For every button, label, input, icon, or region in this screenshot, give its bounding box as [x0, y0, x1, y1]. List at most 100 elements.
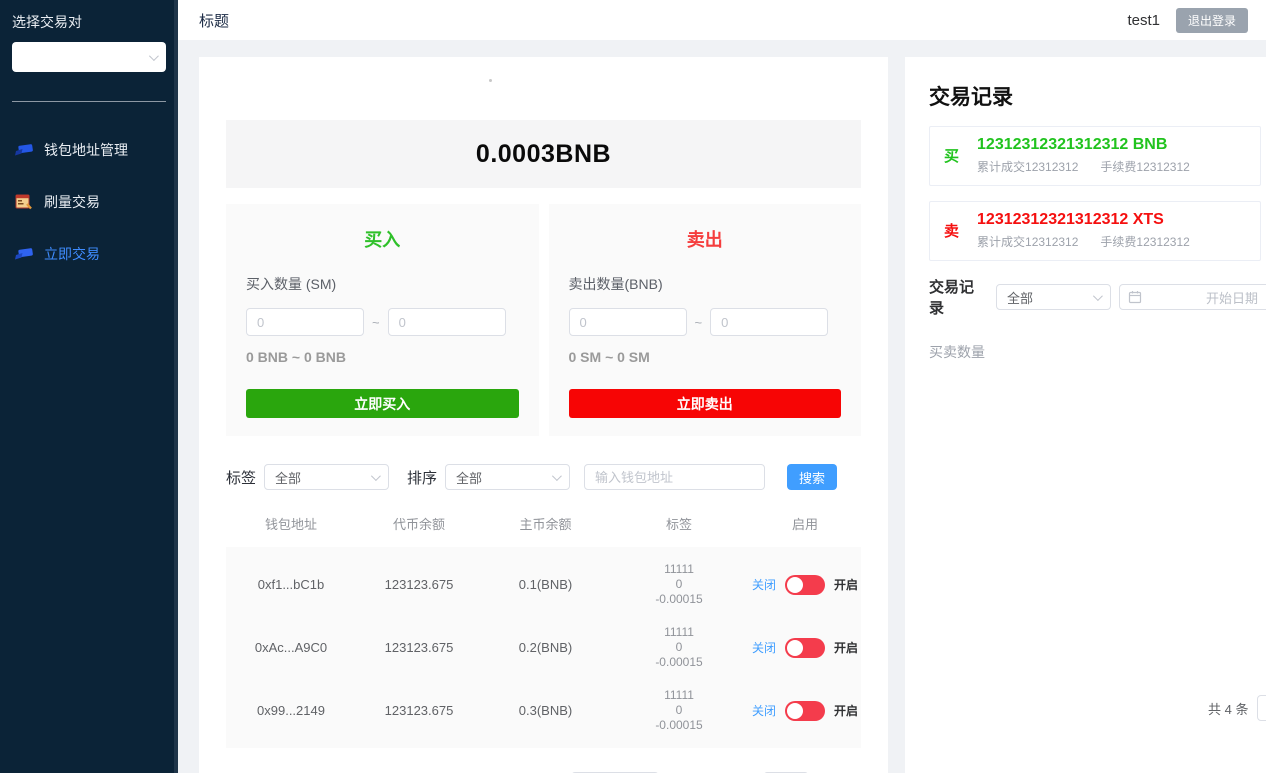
tag-line: 0: [609, 640, 749, 655]
record-body: 12312312321312312 XTS 累计成交12312312 手续费12…: [977, 211, 1190, 250]
ledger-icon: [14, 194, 34, 210]
sell-min-input[interactable]: [569, 308, 687, 336]
chevron-down-icon: [1093, 291, 1103, 301]
tag-line: 0: [609, 577, 749, 592]
sell-tilde: ~: [695, 315, 703, 330]
sidebar-item-label: 刷量交易: [44, 192, 100, 212]
records-title: 交易记录: [929, 81, 1266, 111]
record-item-buy: 买 12312312321312312 BNB 累计成交12312312 手续费…: [929, 126, 1261, 186]
tag-values: 11111 0 -0.00015: [609, 625, 749, 670]
record-total: 累计成交12312312: [977, 158, 1078, 175]
sort-filter-value: 全部: [456, 468, 482, 487]
records-filter-label: 交易记录: [929, 276, 986, 318]
buy-amount-label: 买入数量 (SM): [246, 274, 519, 294]
sort-filter-label: 排序: [407, 467, 437, 488]
username: test1: [1127, 12, 1160, 29]
sidebar-item-instant-trade[interactable]: 立即交易: [12, 228, 166, 280]
tag-filter-select[interactable]: 全部: [264, 464, 389, 490]
close-link[interactable]: 关闭: [752, 702, 776, 719]
col-header-token-balance: 代币余额: [356, 514, 482, 533]
enable-toggle[interactable]: [785, 638, 825, 658]
tag-line: -0.00015: [609, 718, 749, 733]
sell-max-input[interactable]: [710, 308, 828, 336]
search-button[interactable]: 搜索: [787, 464, 837, 490]
main-balance: 0.3(BNB): [482, 703, 609, 718]
buy-sell-amount-label: 买卖数量: [929, 342, 1266, 362]
logout-button[interactable]: 退出登录: [1176, 8, 1248, 33]
calendar-icon: [1128, 290, 1142, 304]
record-fee: 手续费12312312: [1100, 158, 1189, 175]
date-placeholder: 开始日期: [1142, 288, 1266, 307]
trade-card: 0.0003BNB 买入 买入数量 (SM) ~ 0 BNB ~ 0 BNB 立…: [199, 57, 888, 773]
records-card: 交易记录 买 12312312321312312 BNB 累计成交1231231…: [905, 57, 1266, 773]
tag-line: -0.00015: [609, 655, 749, 670]
on-label: 开启: [834, 576, 858, 593]
tag-line: 11111: [609, 625, 749, 640]
buy-now-button[interactable]: 立即买入: [246, 389, 519, 418]
sell-range-text: 0 SM ~ 0 SM: [569, 349, 842, 365]
records-type-select[interactable]: 全部: [996, 284, 1111, 310]
col-header-enable: 启用: [749, 514, 861, 533]
enable-cell: 关闭 开启: [749, 638, 861, 658]
records-page-size-select[interactable]: [1257, 695, 1266, 721]
enable-toggle[interactable]: [785, 575, 825, 595]
wallet-table-body: 0xf1...bC1b 123123.675 0.1(BNB) 11111 0 …: [226, 547, 861, 748]
on-label: 开启: [834, 639, 858, 656]
col-header-address: 钱包地址: [226, 514, 356, 533]
main-balance: 0.1(BNB): [482, 577, 609, 592]
sidebar-item-volume-trade[interactable]: 刷量交易: [12, 176, 166, 228]
close-link[interactable]: 关闭: [752, 639, 776, 656]
buy-range-inputs: ~: [246, 308, 519, 336]
sidebar-item-wallet-management[interactable]: 钱包地址管理: [12, 124, 166, 176]
records-pagination: 共 4 条: [929, 695, 1266, 749]
buy-min-input[interactable]: [246, 308, 364, 336]
token-balance: 123123.675: [356, 703, 482, 718]
tag-line: 11111: [609, 562, 749, 577]
enable-toggle[interactable]: [785, 701, 825, 721]
col-header-tag: 标签: [609, 514, 749, 533]
tiny-dot: [489, 79, 492, 82]
sidebar-item-label: 钱包地址管理: [44, 140, 128, 160]
chevron-down-icon: [149, 51, 159, 61]
token-balance: 123123.675: [356, 577, 482, 592]
app-root: 选择交易对 钱包地址管理 刷量交易: [0, 0, 1266, 773]
buy-panel: 买入 买入数量 (SM) ~ 0 BNB ~ 0 BNB 立即买入: [226, 204, 539, 436]
wallet-address-input[interactable]: [584, 464, 765, 490]
tag-filter-value: 全部: [275, 468, 301, 487]
tag-line: -0.00015: [609, 592, 749, 607]
table-row: 0x99...2149 123123.675 0.3(BNB) 11111 0 …: [226, 679, 861, 742]
sell-amount-label: 卖出数量(BNB): [569, 274, 842, 294]
buy-sell-panels: 买入 买入数量 (SM) ~ 0 BNB ~ 0 BNB 立即买入 卖出: [226, 204, 861, 436]
sidebar: 选择交易对 钱包地址管理 刷量交易: [0, 0, 178, 773]
record-sub: 累计成交12312312 手续费12312312: [977, 233, 1190, 250]
tag-filter-label: 标签: [226, 467, 256, 488]
wallet-address: 0xAc...A9C0: [226, 640, 356, 655]
sort-filter-select[interactable]: 全部: [445, 464, 570, 490]
sell-panel: 卖出 卖出数量(BNB) ~ 0 SM ~ 0 SM 立即卖出: [549, 204, 862, 436]
record-total: 累计成交12312312: [977, 233, 1078, 250]
sell-now-button[interactable]: 立即卖出: [569, 389, 842, 418]
record-sub: 累计成交12312312 手续费12312312: [977, 158, 1190, 175]
tag-values: 11111 0 -0.00015: [609, 688, 749, 733]
pair-select-label: 选择交易对: [12, 12, 166, 32]
start-date-input[interactable]: 开始日期: [1119, 284, 1266, 310]
price-box: 0.0003BNB: [226, 120, 861, 188]
close-link[interactable]: 关闭: [752, 576, 776, 593]
enable-cell: 关闭 开启: [749, 575, 861, 595]
pair-select[interactable]: [12, 42, 166, 72]
sell-range-inputs: ~: [569, 308, 842, 336]
buy-title: 买入: [246, 220, 519, 254]
tag-line: 11111: [609, 688, 749, 703]
records-total: 共 4 条: [1208, 699, 1248, 718]
chevron-down-icon: [552, 471, 562, 481]
buy-max-input[interactable]: [388, 308, 506, 336]
records-filter-row: 交易记录 全部 开始日期: [929, 276, 1266, 318]
current-price: 0.0003BNB: [476, 140, 611, 169]
table-row: 0xAc...A9C0 123123.675 0.2(BNB) 11111 0 …: [226, 616, 861, 679]
record-side-sell: 卖: [944, 220, 959, 241]
wallet-filter-row: 标签 全部 排序 全部 搜索: [226, 464, 861, 490]
main-column: 标题 test1 退出登录 0.0003BNB 买入 买入数量 (SM): [178, 0, 1266, 773]
record-fee: 手续费12312312: [1100, 233, 1189, 250]
sidebar-menu: 钱包地址管理 刷量交易 立即交易: [12, 124, 166, 280]
record-item-sell: 卖 12312312321312312 XTS 累计成交12312312 手续费…: [929, 201, 1261, 261]
